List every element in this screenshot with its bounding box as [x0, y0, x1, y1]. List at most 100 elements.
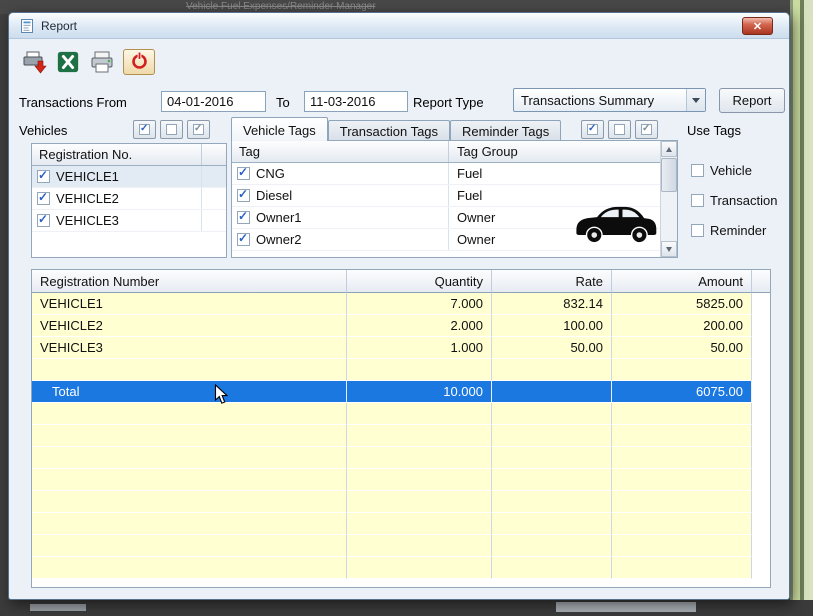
- empty-row: [32, 447, 770, 469]
- tag-group: Fuel: [449, 166, 677, 181]
- tab-reminder-tags[interactable]: Reminder Tags: [450, 120, 561, 141]
- report-type-value: Transactions Summary: [514, 93, 686, 108]
- total-row[interactable]: Total 10.000 6075.00: [32, 381, 770, 403]
- use-tags-transaction-option[interactable]: Transaction: [691, 193, 777, 208]
- vehicles-invert-check-button[interactable]: [187, 120, 210, 139]
- registration-cell: VEHICLE1: [32, 293, 347, 315]
- vehicle-use-checkbox[interactable]: [691, 164, 704, 177]
- vehicle-row[interactable]: VEHICLE2: [32, 188, 226, 210]
- tags-grid-header[interactable]: Tag Tag Group: [232, 141, 677, 163]
- gray-checked-box-icon: [641, 124, 652, 135]
- registration-cell: VEHICLE3: [32, 337, 347, 359]
- title-bar[interactable]: Report ✕: [9, 13, 789, 39]
- rate-cell: 100.00: [492, 315, 612, 337]
- scrollbar-thumb[interactable]: [661, 158, 677, 192]
- vehicles-check-all-button[interactable]: [133, 120, 156, 139]
- tag-column-header: Tag: [232, 141, 449, 162]
- vehicle-row[interactable]: VEHICLE3: [32, 210, 226, 232]
- report-type-select[interactable]: Transactions Summary: [513, 88, 706, 112]
- empty-row: [32, 557, 770, 579]
- empty-row: [32, 425, 770, 447]
- tab-transaction-tags[interactable]: Transaction Tags: [328, 120, 450, 141]
- vehicle-use-label: Vehicle: [710, 163, 752, 178]
- checked-box-icon: [139, 124, 150, 135]
- close-button[interactable]: ✕: [742, 17, 773, 35]
- to-date-input[interactable]: [304, 91, 408, 112]
- exit-button[interactable]: [123, 49, 155, 75]
- vehicle-checkbox[interactable]: [37, 170, 50, 183]
- table-row[interactable]: VEHICLE1 7.000 832.14 5825.00: [32, 293, 770, 315]
- report-table-header[interactable]: Registration Number Quantity Rate Amount: [32, 270, 770, 293]
- tag-checkbox[interactable]: [237, 211, 250, 224]
- quantity-header: Quantity: [347, 270, 492, 293]
- tag-name: Owner2: [256, 232, 302, 247]
- unchecked-box-icon: [166, 124, 177, 135]
- from-date-input[interactable]: [161, 91, 266, 112]
- total-label: Total: [32, 381, 347, 403]
- filler-cell: [752, 315, 770, 337]
- transaction-use-checkbox[interactable]: [691, 194, 704, 207]
- tag-checkbox[interactable]: [237, 233, 250, 246]
- to-label: To: [276, 95, 290, 110]
- vehicles-uncheck-all-button[interactable]: [160, 120, 183, 139]
- table-row[interactable]: VEHICLE2 2.000 100.00 200.00: [32, 315, 770, 337]
- tag-checkbox[interactable]: [237, 167, 250, 180]
- report-button-label: Report: [732, 93, 771, 108]
- tags-scrollbar[interactable]: [660, 141, 677, 257]
- export-excel-button[interactable]: [53, 49, 83, 77]
- vehicles-grid: Registration No. VEHICLE1 VEHICLE2 VEHIC…: [31, 143, 227, 258]
- export-report-button[interactable]: [19, 49, 49, 77]
- mouse-cursor: [214, 384, 228, 408]
- reminder-use-label: Reminder: [710, 223, 766, 238]
- scroll-up-icon[interactable]: [661, 141, 677, 157]
- background-window-fragment: [556, 602, 696, 612]
- filler-cell: [752, 293, 770, 315]
- empty-row: [32, 359, 770, 381]
- report-table: Registration Number Quantity Rate Amount…: [31, 269, 771, 588]
- tag-tabs: Vehicle Tags Transaction Tags Reminder T…: [231, 118, 561, 141]
- filler-header: [752, 270, 770, 293]
- quantity-cell: 7.000: [347, 293, 492, 315]
- vehicle-name: VEHICLE1: [56, 169, 119, 184]
- registration-number-header: Registration Number: [32, 270, 347, 293]
- tag-row[interactable]: CNG Fuel: [232, 163, 677, 185]
- rate-header: Rate: [492, 270, 612, 293]
- amount-header: Amount: [612, 270, 752, 293]
- report-dialog: Report ✕: [8, 12, 790, 600]
- use-tags-vehicle-option[interactable]: Vehicle: [691, 163, 752, 178]
- print-button[interactable]: [87, 49, 117, 77]
- vehicle-name: VEHICLE2: [56, 191, 119, 206]
- vehicle-row[interactable]: VEHICLE1: [32, 166, 226, 188]
- tag-name: Owner1: [256, 210, 302, 225]
- tab-vehicle-tags[interactable]: Vehicle Tags: [231, 117, 328, 141]
- amount-cell: 50.00: [612, 337, 752, 359]
- report-button[interactable]: Report: [719, 88, 785, 113]
- tag-name: Diesel: [256, 188, 292, 203]
- vehicle-checkbox[interactable]: [37, 192, 50, 205]
- transaction-use-label: Transaction: [710, 193, 777, 208]
- table-row[interactable]: VEHICLE3 1.000 50.00 50.00: [32, 337, 770, 359]
- transactions-from-label: Transactions From: [19, 95, 127, 110]
- empty-row: [32, 513, 770, 535]
- tag-group-column-header: Tag Group: [449, 144, 677, 159]
- reminder-use-checkbox[interactable]: [691, 224, 704, 237]
- filler-cell: [752, 381, 770, 403]
- vehicle-checkbox[interactable]: [37, 214, 50, 227]
- window-title: Report: [41, 19, 77, 33]
- tags-check-all-button[interactable]: [581, 120, 604, 139]
- scroll-down-icon[interactable]: [661, 241, 677, 257]
- report-type-label: Report Type: [413, 95, 484, 110]
- tags-invert-check-button[interactable]: [635, 120, 658, 139]
- vehicles-label: Vehicles: [19, 123, 67, 138]
- empty-row: [32, 403, 770, 425]
- tags-uncheck-all-button[interactable]: [608, 120, 631, 139]
- vehicles-grid-header[interactable]: Registration No.: [32, 144, 226, 166]
- empty-row: [32, 535, 770, 557]
- chevron-down-icon: [686, 89, 705, 111]
- tag-checkbox[interactable]: [237, 189, 250, 202]
- report-window-icon: [19, 18, 35, 37]
- total-amount: 6075.00: [612, 381, 752, 403]
- power-icon: [130, 51, 149, 73]
- registration-cell: VEHICLE2: [32, 315, 347, 337]
- use-tags-reminder-option[interactable]: Reminder: [691, 223, 766, 238]
